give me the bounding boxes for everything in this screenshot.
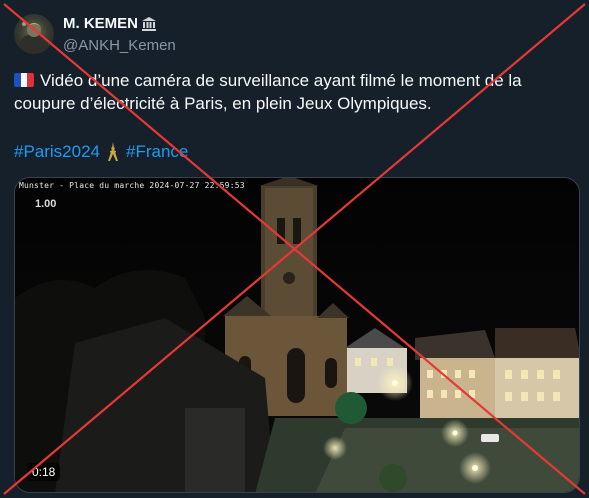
display-name-text[interactable]: M. KEMEN [63, 15, 138, 32]
video-player[interactable]: Munster - Place du marche 2024-07-27 22:… [14, 177, 580, 493]
avatar[interactable] [14, 14, 54, 54]
surveillance-video-frame [15, 178, 579, 492]
tweet-text: Vidéo d’une caméra de surveillance ayant… [14, 69, 574, 115]
eiffel-tower-icon [106, 142, 120, 162]
user-handle[interactable]: @ANKH_Kemen [63, 37, 176, 54]
tweet-card[interactable]: M. KEMEN @ANKH_Kemen Vidéo d’une caméra … [0, 0, 589, 498]
tweet-body: Vidéo d’une caméra de surveillance ayant… [14, 71, 522, 113]
camera-timestamp: Munster - Place du marche 2024-07-27 22:… [19, 181, 245, 190]
video-duration: 0:18 [27, 463, 61, 481]
zoom-label: 1.00 [35, 198, 57, 210]
hashtag-france[interactable]: #France [126, 142, 188, 162]
france-flag-icon [14, 73, 34, 87]
hashtag-paris2024[interactable]: #Paris2024 [14, 142, 100, 162]
bank-icon [141, 16, 157, 32]
display-name[interactable]: M. KEMEN [63, 15, 157, 32]
hashtags: #Paris2024 #France [14, 142, 188, 162]
